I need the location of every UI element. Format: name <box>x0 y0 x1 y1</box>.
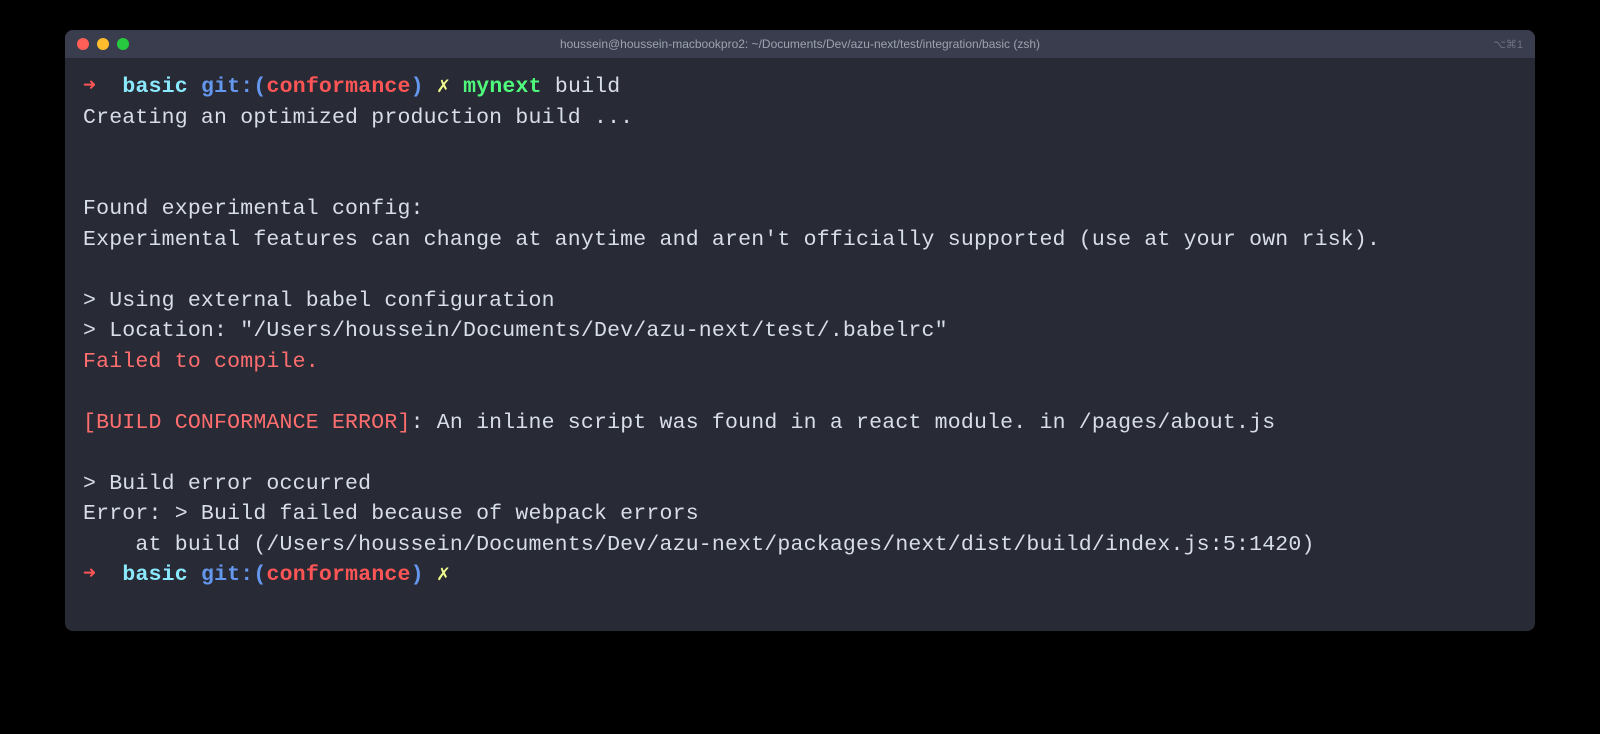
prompt-line-1: ➜ basic git:(conformance) ✗ mynext build <box>83 72 1517 103</box>
git-branch: conformance <box>267 563 411 587</box>
output-blank <box>83 164 1517 195</box>
command-part-2: build <box>555 75 621 99</box>
output-line: Found experimental config: <box>83 194 1517 225</box>
output-line: > Using external babel configuration <box>83 286 1517 317</box>
maximize-button[interactable] <box>117 38 129 50</box>
output-line: Creating an optimized production build .… <box>83 103 1517 134</box>
close-button[interactable] <box>77 38 89 50</box>
output-blank <box>83 438 1517 469</box>
shell-indicator: ⌥⌘1 <box>1493 38 1523 51</box>
prompt-arrow-icon: ➜ <box>83 563 96 587</box>
output-blank <box>83 255 1517 286</box>
prompt-dir: basic <box>122 563 188 587</box>
command-part-1: mynext <box>463 75 542 99</box>
window-title: houssein@houssein-macbookpro2: ~/Documen… <box>560 37 1040 51</box>
output-line: Experimental features can change at anyt… <box>83 225 1517 256</box>
minimize-button[interactable] <box>97 38 109 50</box>
error-message: : An inline script was found in a react … <box>411 411 1276 435</box>
dirty-icon: ✗ <box>437 563 450 587</box>
output-line: > Location: "/Users/houssein/Documents/D… <box>83 316 1517 347</box>
git-prefix: git:( <box>201 75 267 99</box>
output-line: Error: > Build failed because of webpack… <box>83 499 1517 530</box>
git-prefix: git:( <box>201 563 267 587</box>
output-blank <box>83 133 1517 164</box>
error-tag: [BUILD CONFORMANCE ERROR] <box>83 411 411 435</box>
prompt-arrow-icon: ➜ <box>83 75 96 99</box>
compile-fail-line: Failed to compile. <box>83 347 1517 378</box>
output-line: > Build error occurred <box>83 469 1517 500</box>
terminal-window: houssein@houssein-macbookpro2: ~/Documen… <box>65 30 1535 631</box>
output-blank <box>83 377 1517 408</box>
dirty-icon: ✗ <box>437 75 450 99</box>
git-suffix: ) <box>411 75 424 99</box>
terminal-body[interactable]: ➜ basic git:(conformance) ✗ mynext build… <box>65 58 1535 631</box>
traffic-lights <box>77 38 129 50</box>
title-bar: houssein@houssein-macbookpro2: ~/Documen… <box>65 30 1535 58</box>
conformance-error-line: [BUILD CONFORMANCE ERROR]: An inline scr… <box>83 408 1517 439</box>
prompt-dir: basic <box>122 75 188 99</box>
prompt-line-2: ➜ basic git:(conformance) ✗ <box>83 560 1517 591</box>
output-line: at build (/Users/houssein/Documents/Dev/… <box>83 530 1517 561</box>
git-branch: conformance <box>267 75 411 99</box>
git-suffix: ) <box>411 563 424 587</box>
